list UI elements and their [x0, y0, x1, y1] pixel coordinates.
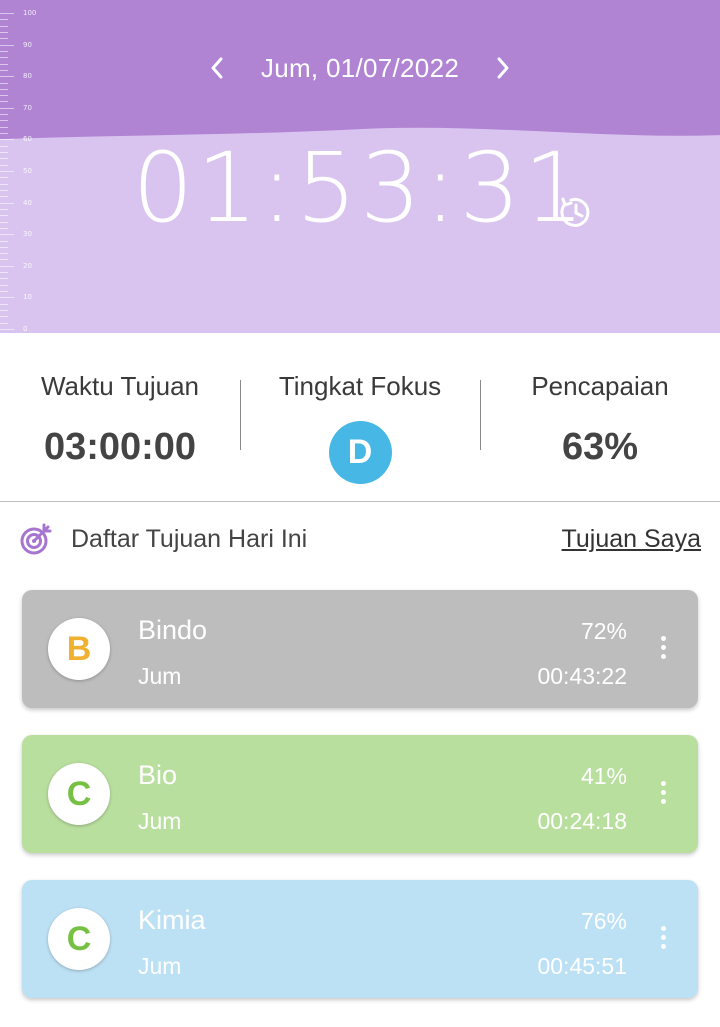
current-date[interactable]: Jum, 01/07/2022: [261, 53, 459, 84]
goal-card[interactable]: C Bio Jum 41% 00:24:18: [22, 735, 698, 853]
more-options-icon[interactable]: [658, 636, 668, 662]
target-time-label: Waktu Tujuan: [40, 371, 199, 401]
goal-grade-badge: C: [48, 763, 110, 825]
ruler-tick: [0, 316, 8, 318]
ruler-tick: [0, 272, 8, 274]
ruler-tick: [0, 101, 8, 103]
clock-icon[interactable]: [557, 193, 595, 231]
ruler-tick: [0, 19, 8, 21]
focus-level-stat: Tingkat Fokus D: [240, 333, 480, 502]
goal-day: Jum: [138, 953, 182, 979]
summary-stats: Waktu Tujuan 03:00:00 Tingkat Fokus D Pe…: [0, 333, 720, 502]
goal-time: 00:43:22: [537, 663, 627, 689]
ruler-tick: [0, 303, 8, 305]
chevron-right-icon: [497, 57, 509, 79]
ruler-tick: [0, 25, 8, 27]
goal-name: Bio: [138, 760, 178, 790]
my-goals-link[interactable]: Tujuan Saya: [562, 525, 701, 554]
ruler-tick: [0, 322, 8, 324]
goal-day: Jum: [138, 663, 182, 689]
ruler-tick: [0, 310, 8, 312]
timer-header: 100 90 80 70 60 50 40 30 20 10 0 Jum, 01/07/2022 0…: [0, 0, 720, 333]
goal-percent: 76%: [580, 908, 627, 934]
goal-name: Bindo: [138, 615, 208, 645]
ruler-tick: [0, 265, 14, 267]
ruler-tick: [0, 114, 8, 116]
target-icon: [20, 523, 52, 555]
goal-day: Jum: [138, 808, 182, 834]
date-navigator: Jum, 01/07/2022: [0, 46, 720, 90]
ruler-tick: [0, 31, 8, 33]
ruler-tick: [0, 284, 8, 286]
achievement-stat: Pencapaian 63%: [480, 333, 720, 502]
ruler-tick: [0, 278, 8, 280]
ruler-label: 70: [23, 103, 32, 112]
goal-percent: 72%: [580, 618, 627, 644]
goal-card[interactable]: C Kimia Jum 76% 00:45:51: [22, 880, 698, 998]
goal-card[interactable]: B Bindo Jum 72% 00:43:22: [22, 590, 698, 708]
next-day-button[interactable]: [481, 46, 525, 90]
ruler-label: 10: [23, 293, 32, 302]
goal-grade-badge: C: [48, 908, 110, 970]
ruler-tick: [0, 107, 14, 109]
ruler-tick: [0, 291, 8, 293]
goal-time: 00:24:18: [537, 808, 627, 834]
focus-level-label: Tingkat Fokus: [278, 371, 442, 401]
ruler-tick: [0, 329, 14, 330]
goal-time: 00:45:51: [537, 953, 627, 979]
ruler-tick: [0, 13, 14, 14]
chevron-left-icon: [211, 57, 223, 79]
ruler-tick: [0, 120, 8, 122]
ruler-label: 100: [23, 9, 37, 17]
more-options-icon[interactable]: [658, 926, 668, 952]
ruler-label: 20: [23, 261, 32, 270]
goal-list-header: Daftar Tujuan Hari Ini Tujuan Saya: [0, 503, 720, 575]
goal-name: Kimia: [138, 905, 206, 935]
ruler-label: 0: [23, 325, 28, 333]
ruler-tick: [0, 259, 8, 261]
ruler-tick: [0, 38, 8, 40]
goal-list-title: Daftar Tujuan Hari Ini: [71, 525, 308, 553]
focus-grade-badge: D: [328, 421, 392, 484]
target-time-value: 03:00:00: [43, 426, 197, 468]
goal-grade-badge: B: [48, 618, 110, 680]
ruler-tick: [0, 253, 8, 255]
prev-day-button[interactable]: [195, 46, 239, 90]
ruler-tick: [0, 297, 14, 299]
ruler-tick: [0, 126, 8, 128]
elapsed-timer: 01:53:31: [132, 132, 588, 244]
goal-percent: 41%: [580, 763, 627, 789]
ruler-tick: [0, 95, 8, 97]
more-options-icon[interactable]: [658, 781, 668, 807]
achievement-value: 63%: [561, 426, 639, 468]
target-time-stat: Waktu Tujuan 03:00:00: [0, 333, 240, 502]
ruler-tick: [0, 246, 8, 248]
achievement-label: Pencapaian: [531, 371, 669, 401]
